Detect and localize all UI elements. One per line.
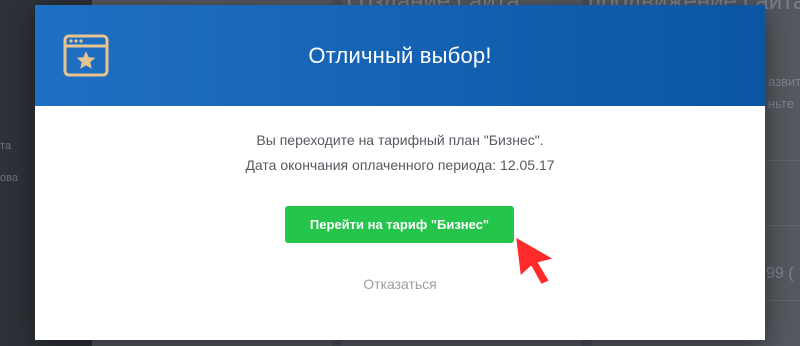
tariff-change-modal: Отличный выбор! Вы переходите на тарифны… bbox=[35, 5, 765, 340]
modal-header: Отличный выбор! bbox=[35, 5, 765, 106]
background-divider bbox=[765, 300, 800, 301]
background-divider bbox=[765, 225, 800, 226]
background-text-fragment: 99 ( bbox=[766, 265, 794, 282]
red-pointer-arrow-icon bbox=[514, 235, 556, 286]
tariff-message: Вы переходите на тарифный план "Бизнес". bbox=[256, 132, 544, 148]
background-text-fragment: ньте bbox=[768, 96, 794, 111]
sidebar-text-fragment: та bbox=[0, 140, 12, 152]
background-divider bbox=[765, 160, 800, 161]
browser-star-icon bbox=[63, 34, 109, 77]
modal-body: Вы переходите на тарифный план "Бизнес".… bbox=[35, 106, 765, 340]
sidebar-text-fragment: ова bbox=[0, 172, 18, 184]
modal-title: Отличный выбор! bbox=[308, 42, 492, 68]
expiry-date-message: Дата окончания оплаченного периода: 12.0… bbox=[245, 157, 555, 173]
decline-link[interactable]: Отказаться bbox=[35, 276, 765, 292]
confirm-tariff-button[interactable]: Перейти на тариф "Бизнес" bbox=[285, 206, 514, 243]
background-text-fragment: азвит bbox=[768, 74, 800, 89]
